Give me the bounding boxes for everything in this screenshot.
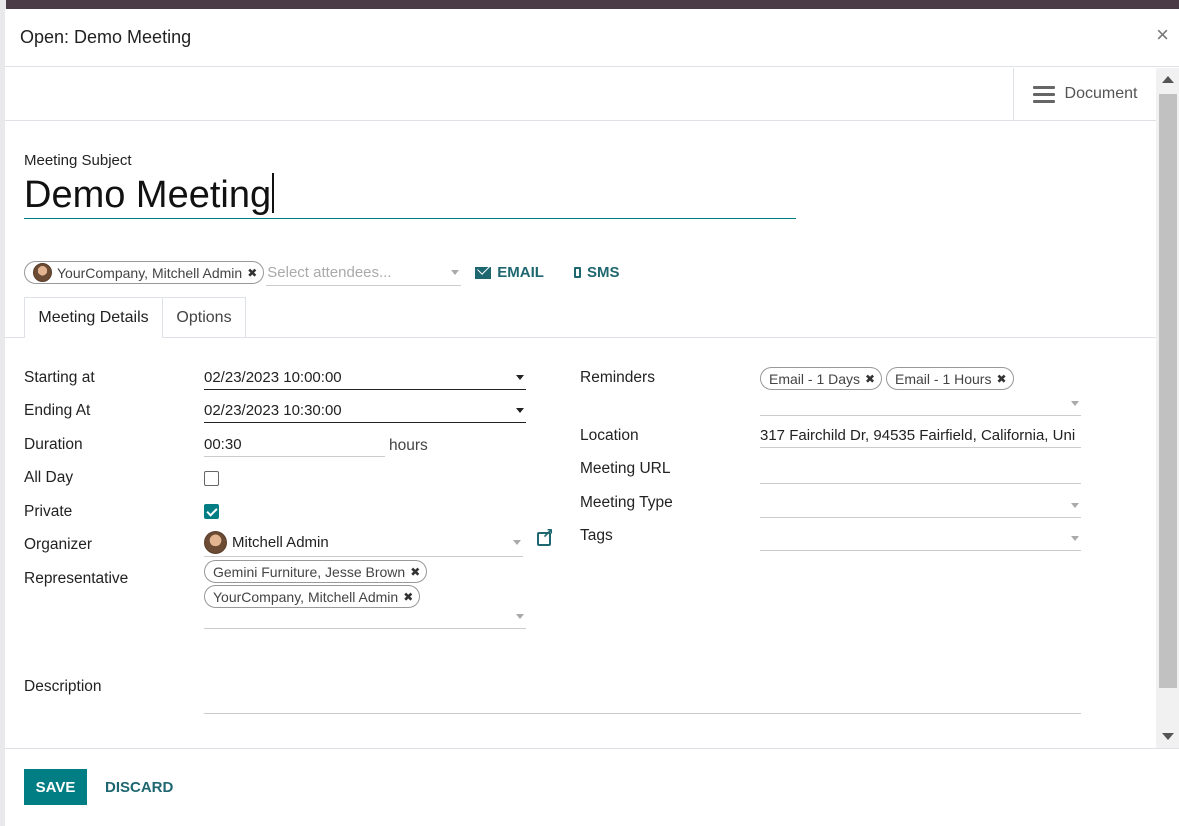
meeting-type-input[interactable] — [760, 493, 1081, 518]
vertical-scrollbar[interactable] — [1156, 68, 1179, 748]
document-label: Document — [1064, 85, 1138, 102]
subject-input[interactable]: Demo Meeting — [24, 171, 796, 219]
sms-button[interactable]: SMS — [573, 264, 620, 281]
attendee-tag-label: YourCompany, Mitchell Admin — [57, 264, 243, 281]
dialog-header: Open: Demo Meeting × — [5, 9, 1179, 67]
save-button[interactable]: SAVE — [24, 769, 87, 805]
dialog-footer: SAVE DISCARD — [5, 748, 1179, 826]
remove-tag-icon[interactable]: ✖ — [403, 590, 413, 604]
private-label: Private — [24, 503, 73, 520]
email-button[interactable]: EMAIL — [475, 264, 544, 281]
attendees-row: YourCompany, Mitchell Admin ✖ Select att… — [24, 259, 619, 286]
meeting-url-label: Meeting URL — [580, 460, 671, 477]
chevron-down-icon — [451, 269, 460, 275]
organizer-input[interactable]: Mitchell Admin — [204, 528, 523, 557]
chevron-down-icon — [516, 407, 524, 413]
close-icon[interactable]: × — [1156, 24, 1169, 46]
subject-label: Meeting Subject — [24, 152, 132, 169]
location-value: 317 Fairchild Dr, 94535 Fairfield, Calif… — [760, 426, 1076, 444]
chevron-down-icon — [516, 614, 524, 619]
representative-label: Representative — [24, 570, 129, 587]
discard-button[interactable]: DISCARD — [105, 769, 173, 805]
dialog-body: Document Meeting Subject Demo Meeting Yo… — [5, 68, 1179, 748]
chevron-down-icon — [513, 539, 521, 545]
duration-unit: hours — [389, 437, 428, 454]
all-day-checkbox[interactable] — [204, 471, 219, 486]
avatar — [204, 530, 227, 554]
duration-value: 00:30 — [204, 435, 242, 453]
starting-at-input[interactable]: 02/23/2023 10:00:00 — [204, 365, 526, 390]
remove-tag-icon[interactable]: ✖ — [996, 372, 1006, 386]
duration-label: Duration — [24, 436, 83, 453]
external-link-icon[interactable] — [537, 525, 554, 546]
organizer-value: Mitchell Admin — [232, 533, 329, 551]
chevron-down-icon — [516, 374, 524, 380]
meeting-dialog: Open: Demo Meeting × Document Meeting Su… — [5, 9, 1179, 826]
reminders-label: Reminders — [580, 369, 655, 386]
envelope-icon — [475, 266, 492, 279]
all-day-label: All Day — [24, 469, 74, 486]
mobile-phone-icon — [573, 267, 581, 278]
reminder-tag-label: Email - 1 Hours — [895, 370, 992, 387]
chevron-down-icon — [1071, 401, 1079, 406]
meeting-type-label: Meeting Type — [580, 494, 673, 511]
attendees-placeholder: Select attendees... — [267, 263, 392, 281]
reminder-tag[interactable]: Email - 1 Days ✖ — [760, 367, 883, 390]
location-input[interactable]: 317 Fairchild Dr, 94535 Fairfield, Calif… — [760, 423, 1081, 448]
reminder-tag[interactable]: Email - 1 Hours ✖ — [886, 367, 1014, 390]
form-tabs: Meeting Details Options — [5, 297, 1156, 338]
location-label: Location — [580, 427, 639, 444]
reminders-input[interactable] — [760, 392, 1081, 416]
remove-tag-icon[interactable]: ✖ — [865, 372, 875, 386]
sms-label: SMS — [586, 264, 620, 281]
ending-at-input[interactable]: 02/23/2023 10:30:00 — [204, 398, 526, 423]
scroll-down-icon[interactable] — [1162, 733, 1174, 740]
starting-at-label: Starting at — [24, 369, 95, 386]
description-input[interactable] — [204, 688, 1081, 714]
chevron-down-icon — [1071, 502, 1079, 508]
meeting-url-input[interactable] — [760, 459, 1081, 484]
hamburger-icon — [1032, 82, 1055, 107]
document-button[interactable]: Document — [1013, 68, 1156, 120]
attendee-tag[interactable]: YourCompany, Mitchell Admin ✖ — [24, 261, 265, 284]
remove-tag-icon[interactable]: ✖ — [247, 266, 257, 280]
email-label: EMAIL — [497, 264, 544, 281]
description-label: Description — [24, 678, 102, 695]
tags-label: Tags — [580, 527, 613, 544]
duration-input[interactable]: 00:30 — [204, 432, 385, 457]
text-caret — [272, 173, 275, 213]
representative-tag-label: Gemini Furniture, Jesse Brown — [213, 563, 406, 580]
representative-tag[interactable]: Gemini Furniture, Jesse Brown ✖ — [204, 560, 428, 583]
dialog-title: Open: Demo Meeting — [20, 27, 192, 47]
attendees-input[interactable]: Select attendees... — [266, 259, 462, 286]
ending-at-label: Ending At — [24, 402, 91, 419]
ending-at-value: 02/23/2023 10:30:00 — [204, 401, 342, 419]
tab-meeting-details[interactable]: Meeting Details — [24, 297, 163, 338]
starting-at-value: 02/23/2023 10:00:00 — [204, 368, 342, 386]
organizer-label: Organizer — [24, 536, 93, 553]
form-statusbar: Document — [5, 68, 1156, 121]
chevron-down-icon — [1071, 535, 1079, 541]
representative-input[interactable] — [204, 605, 526, 629]
avatar — [33, 263, 52, 282]
private-checkbox[interactable] — [204, 504, 219, 519]
remove-tag-icon[interactable]: ✖ — [410, 565, 420, 579]
scroll-up-icon[interactable] — [1162, 76, 1174, 83]
reminder-tag-label: Email - 1 Days — [769, 370, 861, 387]
scrollbar-thumb[interactable] — [1159, 94, 1177, 688]
tab-options[interactable]: Options — [162, 297, 246, 337]
organizer-value-wrap: Mitchell Admin — [204, 530, 329, 554]
representative-tag-label: YourCompany, Mitchell Admin — [213, 588, 399, 605]
subject-value: Demo Meeting — [24, 174, 272, 216]
tags-input[interactable] — [760, 526, 1081, 551]
